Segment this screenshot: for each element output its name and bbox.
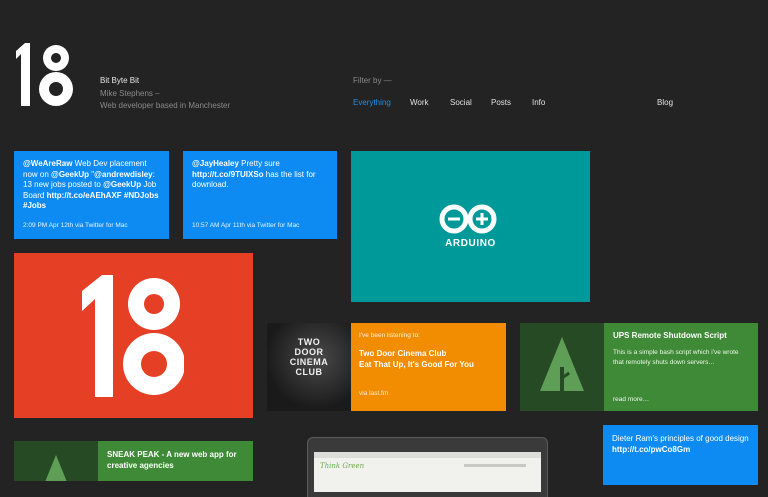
tweet-tile[interactable]: Dieter Ram's principles of good design h… (603, 425, 758, 485)
post-thumbnail[interactable] (520, 323, 604, 411)
tweet-link[interactable]: http://t.co/9TUIXSo (192, 170, 264, 179)
post-title[interactable]: UPS Remote Shutdown Script (613, 331, 749, 340)
tweet-mention[interactable]: @GeekUp (103, 180, 141, 189)
filter-info[interactable]: Info (532, 98, 545, 107)
tweet-text: @JayHealey Pretty sure http://t.co/9TUIX… (192, 159, 328, 191)
laptop-screen-header (314, 452, 541, 458)
music-via[interactable]: via last.fm (359, 390, 388, 397)
tweet-text: Dieter Ram's principles of good design (612, 434, 749, 443)
tweet-meta: 2:09 PM Apr 12th via Twitter for Mac (23, 221, 128, 229)
tree-icon (540, 337, 584, 397)
tweet-mention[interactable]: @andrewdisley (94, 170, 153, 179)
music-title: Two Door Cinema Club Eat That Up, It's G… (359, 348, 498, 370)
tweet-link[interactable]: http://t.co/eAEhAXF (47, 191, 122, 200)
tweet-text-part: Pretty sure (238, 159, 280, 168)
tweet-handle[interactable]: @JayHealey (192, 159, 239, 168)
arduino-tile[interactable]: ARDUINO (351, 151, 590, 302)
post-excerpt: This is a simple bash script which i've … (613, 349, 739, 366)
tweet-text: @WeAreRaw Web Dev placement now on @Geek… (23, 159, 160, 212)
logo-glyph (16, 43, 73, 106)
album-art-word: CLUB (295, 367, 323, 377)
music-tile[interactable]: I've been listening to: Two Door Cinema … (351, 323, 506, 411)
tweet-tile[interactable]: @WeAreRaw Web Dev placement now on @Geek… (14, 151, 169, 239)
album-art[interactable]: TWO DOOR CINEMA CLUB (267, 323, 351, 411)
filter-label: Filter by — (353, 76, 392, 85)
blog-link[interactable]: Blog (657, 98, 673, 107)
post-tile[interactable]: SNEAK PEAK - A new web app for creative … (98, 441, 253, 481)
author-name: Mike Stephens – (100, 89, 160, 98)
filter-posts[interactable]: Posts (491, 98, 511, 107)
site-title: Bit Byte Bit (100, 76, 140, 85)
laptop-brand: Think Green (320, 462, 365, 470)
laptop-screen: Think Green (314, 452, 541, 492)
filter-work[interactable]: Work (410, 98, 429, 107)
read-more-link[interactable]: read more… (613, 396, 649, 403)
laptop-nav-bar (464, 464, 526, 467)
logo-tile[interactable] (14, 253, 253, 418)
music-album: Eat That Up, It's Good For You (359, 360, 474, 369)
site-subtitle: Mike Stephens – Web developer based in M… (100, 88, 230, 112)
album-art-text: TWO DOOR CINEMA CLUB (267, 337, 351, 377)
music-label: I've been listening to: (359, 332, 420, 339)
album-art-word: TWO (297, 337, 321, 347)
filter-social[interactable]: Social (450, 98, 472, 107)
album-art-word: DOOR (294, 347, 324, 357)
music-artist: Two Door Cinema Club (359, 349, 447, 358)
tweet-tile[interactable]: @JayHealey Pretty sure http://t.co/9TUIX… (183, 151, 337, 239)
tweet-mention[interactable]: @GeekUp (51, 170, 89, 179)
post-tile[interactable]: UPS Remote Shutdown Script This is a sim… (604, 323, 758, 411)
tweet-handle[interactable]: @WeAreRaw (23, 159, 72, 168)
site-tagline: Web developer based in Manchester (100, 101, 231, 110)
post-thumbnail[interactable] (14, 441, 98, 481)
post-title[interactable]: SNEAK PEAK - A new web app for creative … (107, 449, 244, 471)
filter-everything[interactable]: Everything (353, 98, 391, 107)
tweet-meta: 10:57 AM Apr 11th via Twitter for Mac (192, 221, 300, 229)
arduino-label: ARDUINO (445, 238, 496, 249)
tree-icon (45, 455, 67, 481)
tweet-link[interactable]: http://t.co/pwCo8Gm (612, 445, 690, 454)
album-art-word: CINEMA (289, 357, 329, 367)
big-logo-icon (82, 275, 184, 397)
site-logo[interactable] (14, 42, 76, 108)
arduino-infinity-icon (439, 204, 497, 234)
